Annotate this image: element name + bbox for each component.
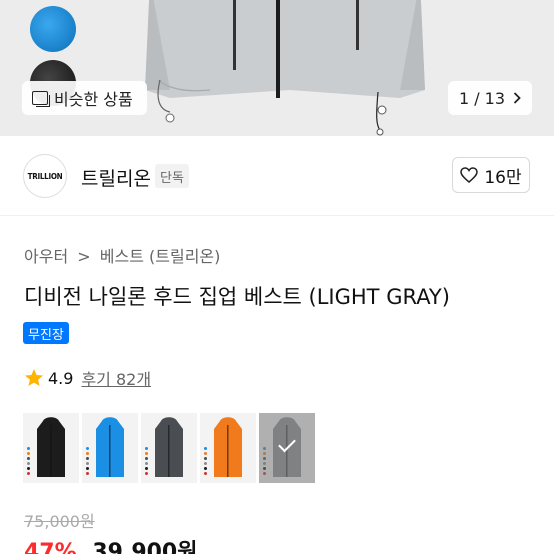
pager-text: 1 / 13 [458, 88, 506, 108]
color-dot [86, 447, 89, 450]
breadcrumb-item[interactable]: 아우터 [24, 247, 68, 266]
sale-price-row: 47% 39,900원 [24, 534, 197, 554]
image-pager[interactable]: 1 / 13 [448, 81, 532, 115]
color-dot [27, 457, 30, 460]
chevron-right-icon [513, 92, 521, 104]
color-dot [27, 467, 30, 470]
product-image-carousel[interactable]: 비슷한 상품 1 / 13 [0, 0, 554, 136]
sale-price: 39,900원 [92, 540, 198, 554]
color-option-light-gray[interactable] [259, 413, 315, 483]
color-option-blue[interactable] [82, 413, 138, 483]
brand-logo[interactable]: TRILLION [23, 154, 67, 198]
color-dot [204, 457, 207, 460]
brand-row: TRILLION 트릴리온 단독 16만 [0, 136, 554, 216]
color-dot [86, 462, 89, 465]
like-button[interactable]: 16만 [452, 157, 530, 193]
color-dot [86, 467, 89, 470]
color-dot [27, 452, 30, 455]
color-dot [27, 472, 30, 475]
color-dot [204, 472, 207, 475]
similar-products-button[interactable]: 비슷한 상품 [22, 81, 147, 115]
color-dot [204, 462, 207, 465]
color-dot [86, 452, 89, 455]
color-dot [263, 452, 266, 455]
color-dot [204, 447, 207, 450]
color-dot [27, 447, 30, 450]
color-dot [86, 457, 89, 460]
breadcrumb-item[interactable]: 베스트 (트릴리온) [100, 247, 221, 266]
shipping-badge: 무진장 [23, 322, 69, 344]
brand-logo-text: TRILLION [27, 171, 63, 181]
exclusive-badge: 단독 [155, 164, 189, 188]
check-icon [278, 434, 296, 453]
heart-icon [460, 167, 479, 183]
product-title: 디비전 나일론 후드 집업 베스트 (LIGHT GRAY) [24, 285, 450, 309]
color-dot [263, 472, 266, 475]
color-dot [27, 462, 30, 465]
color-thumb-blue[interactable] [30, 6, 76, 52]
color-dot [263, 467, 266, 470]
color-dot [145, 467, 148, 470]
breadcrumb-separator-icon: > [77, 247, 91, 266]
color-options [23, 413, 315, 483]
color-dot [145, 472, 148, 475]
vest-thumbnail [37, 417, 65, 477]
original-price: 75,000원 [24, 512, 95, 531]
breadcrumb: 아우터 > 베스트 (트릴리온) [24, 243, 224, 267]
color-option-charcoal[interactable] [141, 413, 197, 483]
color-dot [263, 462, 266, 465]
vest-thumbnail [155, 417, 183, 477]
color-dot [145, 462, 148, 465]
review-link[interactable]: 후기 82개 [81, 366, 151, 390]
color-dot [145, 452, 148, 455]
star-icon [25, 369, 43, 386]
color-option-black[interactable] [23, 413, 79, 483]
color-dot [145, 447, 148, 450]
copy-icon [32, 91, 50, 107]
vest-thumbnail [96, 417, 124, 477]
product-photo [145, 0, 425, 136]
rating-row: 4.9 후기 82개 [24, 366, 151, 390]
vest-thumbnail [214, 417, 242, 477]
color-dot [204, 452, 207, 455]
color-dot [263, 457, 266, 460]
rating-score: 4.9 [48, 368, 74, 388]
color-dot [145, 457, 148, 460]
color-dot [204, 467, 207, 470]
color-dot [86, 472, 89, 475]
color-option-orange[interactable] [200, 413, 256, 483]
brand-name[interactable]: 트릴리온 [81, 164, 151, 191]
color-dot [263, 447, 266, 450]
similar-products-label: 비슷한 상품 [54, 90, 133, 109]
discount-rate: 47% [24, 540, 77, 554]
like-count: 16만 [484, 167, 522, 188]
